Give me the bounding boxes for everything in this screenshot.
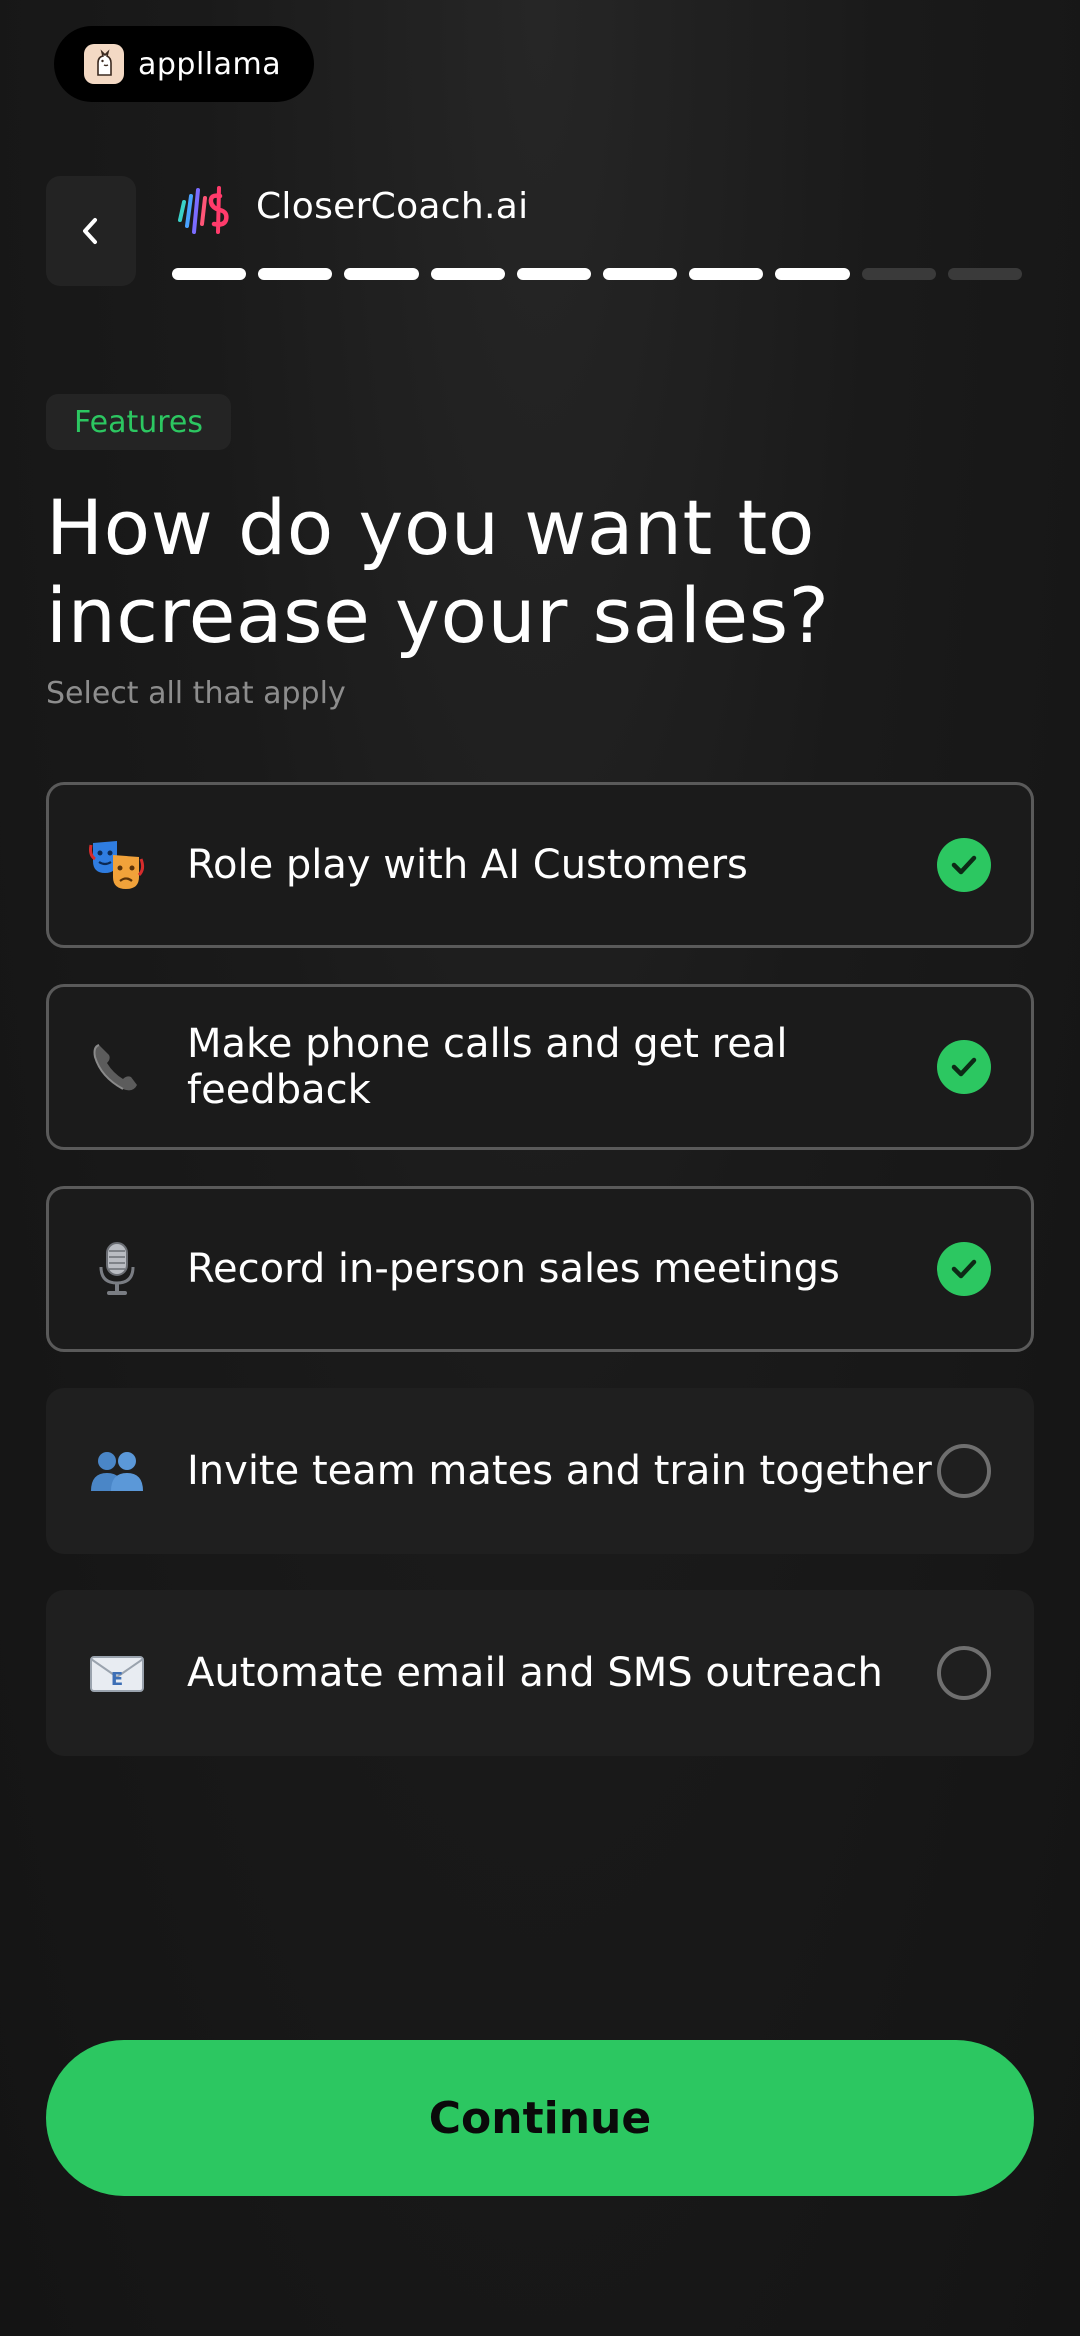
checkmark-checked-icon[interactable]: [937, 1242, 991, 1296]
checkbox-unchecked-icon[interactable]: [937, 1444, 991, 1498]
progress-segment: [430, 268, 505, 280]
page-title: How do you want to increase your sales?: [46, 483, 830, 660]
phone-icon: [85, 1035, 149, 1099]
progress-segment: [344, 268, 419, 280]
progress-segment: [172, 268, 247, 280]
page-subtitle: Select all that apply: [46, 676, 346, 711]
progress-segment: [516, 268, 592, 280]
progress-segment: [258, 268, 333, 280]
section-tag: Features: [46, 394, 231, 450]
appllama-watermark: appllama: [54, 26, 314, 102]
microphone-icon: [85, 1237, 149, 1301]
progress-segment: [689, 268, 764, 280]
feature-options-list: Role play with AI Customers Make phone c…: [46, 782, 1034, 1792]
option-label: Invite team mates and train together: [187, 1448, 932, 1494]
app-name: CloserCoach.ai: [256, 186, 529, 227]
option-label: Automate email and SMS outreach: [187, 1650, 883, 1696]
checkmark-checked-icon[interactable]: [937, 838, 991, 892]
llama-logo-icon: [84, 44, 124, 84]
onboarding-progress-bar: [172, 268, 1023, 280]
checkbox-unchecked-icon[interactable]: [937, 1646, 991, 1700]
option-label: Record in-person sales meetings: [187, 1246, 840, 1292]
back-button[interactable]: [46, 176, 136, 286]
closercoach-logo-icon: [178, 186, 229, 234]
progress-segment: [947, 268, 1023, 280]
checkmark-checked-icon[interactable]: [937, 1040, 991, 1094]
email-icon: E: [85, 1641, 149, 1705]
option-phone-calls[interactable]: Make phone calls and get real feedback: [46, 984, 1034, 1150]
option-label: Role play with AI Customers: [187, 842, 748, 888]
theater-masks-icon: [85, 833, 149, 897]
option-role-play[interactable]: Role play with AI Customers: [46, 782, 1034, 948]
option-record-meetings[interactable]: Record in-person sales meetings: [46, 1186, 1034, 1352]
continue-button[interactable]: Continue: [46, 2040, 1034, 2196]
watermark-brand-name: appllama: [138, 46, 282, 82]
option-automate-outreach[interactable]: E Automate email and SMS outreach: [46, 1590, 1034, 1756]
svg-text:E: E: [111, 1669, 123, 1690]
option-label: Make phone calls and get real feedback: [187, 1021, 788, 1113]
progress-segment: [775, 268, 850, 280]
people-icon: [85, 1439, 149, 1503]
progress-segment: [603, 268, 678, 280]
progress-segment: [861, 268, 936, 280]
option-invite-team[interactable]: Invite team mates and train together: [46, 1388, 1034, 1554]
chevron-left-icon: [83, 218, 97, 244]
